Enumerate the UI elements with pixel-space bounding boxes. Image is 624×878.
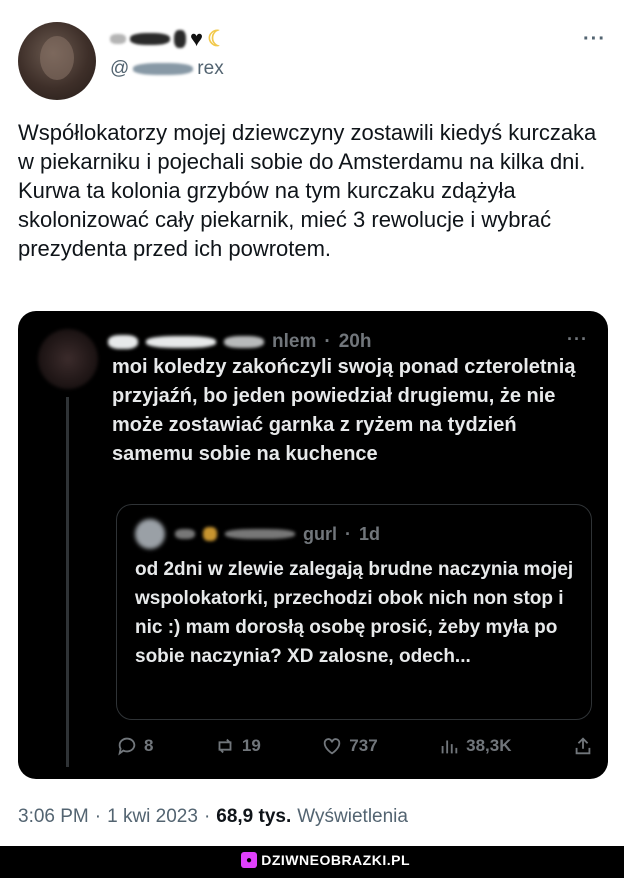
tweet-text: Współlokatorzy mojej dziewczyny zostawil…	[18, 120, 597, 261]
separator-dot: ·	[203, 806, 211, 827]
inner-handle-tail: nlem	[272, 331, 317, 352]
reply-icon	[118, 737, 136, 756]
retweet-action: 19	[214, 735, 261, 757]
tweet-views-label: Wyświetlenia	[297, 806, 408, 827]
tweet-meta: 3:06 PM · 1 kwi 2023 · 68,9 tys. Wyświet…	[18, 806, 408, 828]
blurred-name-part	[175, 529, 195, 539]
moon-emoji-icon: ☾	[207, 26, 227, 51]
quoted-handle-tail: gurl	[303, 523, 337, 544]
author-display-name[interactable]: ♥ ☾	[110, 24, 227, 54]
more-options-icon[interactable]: ···	[583, 28, 606, 51]
blurred-name-part	[108, 335, 138, 349]
heart-icon	[324, 738, 341, 755]
inner-more-options-icon: ···	[567, 329, 588, 349]
analytics-icon	[441, 740, 458, 754]
handle-suffix: rex	[197, 58, 224, 79]
blurred-name-part	[224, 336, 264, 348]
blurred-handle-part	[133, 63, 194, 75]
watermark-text: DZIWNEOBRAZKI.PL	[261, 852, 410, 868]
retweet-icon	[218, 738, 232, 754]
watermark: ● DZIWNEOBRAZKI.PL	[241, 852, 410, 868]
blurred-name-part	[225, 529, 295, 539]
reply-count: 8	[144, 736, 154, 755]
handle-prefix: @	[110, 58, 130, 79]
share-icon	[575, 737, 591, 755]
like-action: 737	[321, 735, 378, 757]
views-action: 38,3K	[438, 735, 512, 757]
views-count: 38,3K	[466, 736, 512, 755]
watermark-logo-icon: ●	[241, 852, 258, 868]
tweet-views-count: 68,9 tys.	[216, 806, 292, 827]
quoted-author-avatar	[135, 519, 165, 549]
embedded-screenshot: nlem · 20h ··· moi koledzy zakończyli sw…	[18, 311, 608, 779]
quoted-tweet-header: gurl · 1d	[175, 521, 380, 547]
retweet-count: 19	[241, 736, 261, 755]
like-count: 737	[349, 736, 378, 755]
watermark-bar: ● DZIWNEOBRAZKI.PL	[0, 846, 624, 878]
quoted-tweet-text: od 2dni w zlewie zalegają brudne naczyni…	[135, 559, 574, 667]
quoted-tweet: gurl · 1d od 2dni w zlewie zalegają brud…	[116, 504, 592, 720]
blurred-name-part	[174, 30, 186, 48]
separator-dot: ·	[94, 806, 102, 827]
reply-action: 8	[116, 735, 153, 757]
tweet-time[interactable]: 3:06 PM	[18, 806, 89, 828]
blurred-name-part	[146, 336, 216, 348]
inner-author-avatar	[38, 329, 98, 389]
inner-tweet-text: moi koledzy zakończyli swoją ponad czter…	[112, 356, 576, 465]
blurred-name-part	[110, 34, 126, 44]
separator-dot: ·	[324, 331, 331, 352]
author-avatar[interactable]	[18, 22, 96, 100]
inner-tweet-age: 20h	[338, 331, 372, 352]
inner-action-bar: 8 19 737 38,3K	[116, 731, 594, 761]
author-handle[interactable]: @ rex	[110, 58, 224, 80]
blurred-name-part	[130, 33, 170, 45]
blurred-name-part	[203, 527, 217, 541]
quoted-tweet-age: 1d	[359, 523, 381, 544]
tweet-date[interactable]: 1 kwi 2023	[107, 806, 198, 828]
separator-dot: ·	[345, 523, 351, 544]
share-action	[572, 735, 594, 757]
heart-emoji-icon: ♥	[190, 26, 204, 51]
thread-line	[66, 397, 69, 767]
